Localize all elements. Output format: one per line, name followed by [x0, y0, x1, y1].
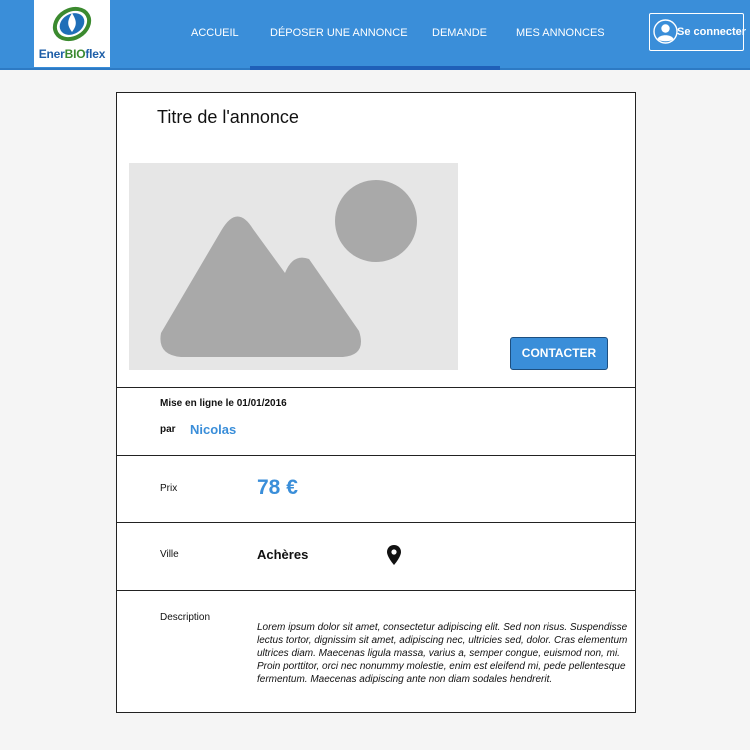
nav-mes-annonces[interactable]: MES ANNONCES — [516, 27, 605, 39]
posted-date: Mise en ligne le 01/01/2016 — [160, 398, 287, 409]
city-value: Achères — [257, 547, 309, 562]
divider — [117, 590, 635, 591]
nav-deposer-annonce[interactable]: DÉPOSER UNE ANNONCE — [270, 27, 408, 39]
author-link[interactable]: Nicolas — [190, 422, 236, 437]
description-text: Lorem ipsum dolor sit amet, consectetur … — [257, 622, 628, 685]
nav-demande[interactable]: DEMANDE — [432, 27, 487, 39]
price-label: Prix — [160, 483, 178, 494]
login-button[interactable]: Se connecter — [649, 13, 747, 51]
image-placeholder-icon — [129, 163, 458, 370]
by-label: par — [160, 424, 176, 435]
divider — [117, 387, 635, 388]
listing-card: Titre de l'annonce CONTACTER Mise en lig… — [116, 92, 636, 713]
user-icon — [653, 19, 678, 44]
contact-button[interactable]: CONTACTER — [510, 337, 608, 370]
city-label: Ville — [160, 549, 179, 560]
logo-wordmark: EnerBIOflex — [38, 47, 106, 61]
login-label: Se connecter — [677, 26, 747, 38]
enerbioflex-logo[interactable]: EnerBIOflex — [34, 0, 110, 67]
top-navigation-bar: EnerBIOflex ACCUEIL DÉPOSER UNE ANNONCE … — [0, 0, 750, 70]
description-label: Description — [160, 612, 211, 623]
nav-accueil[interactable]: ACCUEIL — [191, 27, 239, 39]
divider — [117, 455, 635, 456]
active-tab-indicator — [250, 66, 500, 70]
logo-drop-icon — [52, 6, 92, 42]
divider — [117, 522, 635, 523]
price-value: 78 € — [257, 476, 298, 499]
map-pin-icon[interactable] — [387, 545, 401, 565]
listing-title: Titre de l'annonce — [157, 107, 299, 127]
